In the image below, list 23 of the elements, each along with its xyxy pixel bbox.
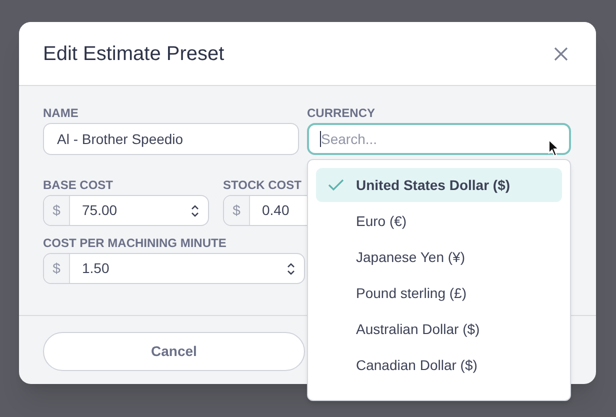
field-label: COST PER MACHINING MINUTE: [43, 235, 226, 250]
currency-option[interactable]: United States Dollar ($): [316, 168, 562, 202]
cancel-button[interactable]: Cancel: [43, 332, 305, 371]
checkmark-icon: [328, 179, 344, 191]
name-input[interactable]: Al - Brother Speedio: [43, 123, 299, 155]
close-icon[interactable]: [554, 46, 568, 60]
field-label: CURRENCY: [307, 105, 376, 120]
number-input[interactable]: $ 75.00: [43, 195, 209, 226]
field-label: BASE COST: [43, 177, 114, 192]
dialog-title: Edit Estimate Preset: [43, 42, 224, 66]
field-label: STOCK COST: [223, 177, 302, 192]
number-input[interactable]: $ 1.50: [43, 253, 305, 284]
currency-option[interactable]: Australian Dollar ($): [316, 312, 562, 346]
currency-prefix: $: [44, 254, 70, 283]
currency-prefix: $: [224, 196, 250, 225]
field-label: NAME: [43, 105, 80, 120]
mouse-cursor-icon: [548, 139, 560, 157]
currency-option[interactable]: Japanese Yen (¥): [316, 240, 562, 274]
currency-option[interactable]: Canadian Dollar ($): [316, 348, 562, 382]
currency-option[interactable]: Pound sterling (£): [316, 276, 562, 310]
currency-prefix: $: [44, 196, 70, 225]
stepper-icon[interactable]: [190, 202, 200, 218]
stepper-icon[interactable]: [286, 260, 296, 276]
